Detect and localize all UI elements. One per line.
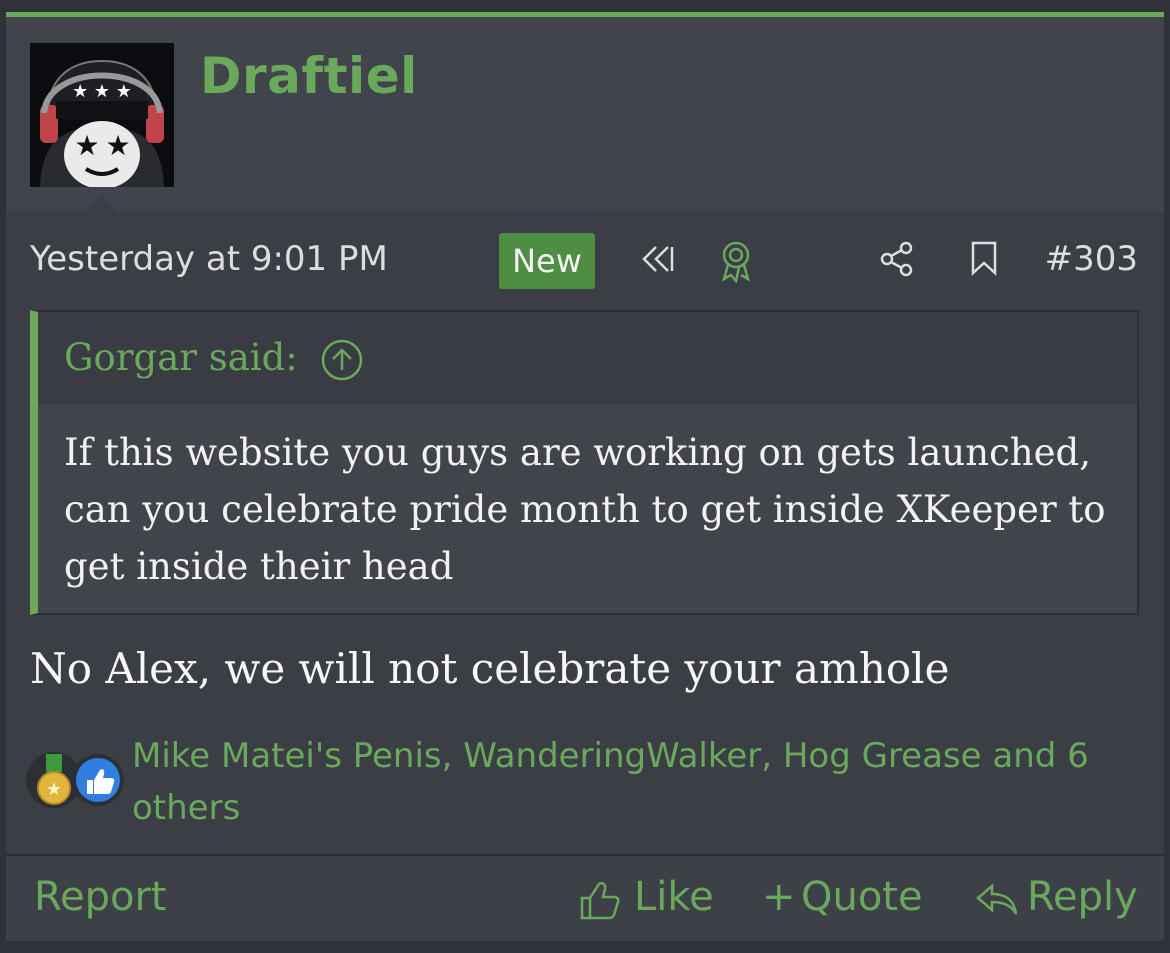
post-message: No Alex, we will not celebrate your amho… <box>30 644 950 693</box>
avatar[interactable]: ★ ★ ★ ★ ★ <box>30 43 174 187</box>
like-button[interactable]: Like <box>634 874 714 920</box>
reply-button[interactable]: Reply <box>1027 874 1138 920</box>
new-badge: New <box>499 233 595 289</box>
quote-button[interactable]: Quote <box>801 874 923 920</box>
post-footer: Report Like + Quote Reply <box>6 854 1164 941</box>
post-meta: Yesterday at 9:01 PM New #303 <box>6 231 1164 291</box>
svg-text:★: ★ <box>105 129 130 162</box>
reply-icon[interactable] <box>974 880 1020 930</box>
post-number[interactable]: #303 <box>1045 239 1138 279</box>
report-button[interactable]: Report <box>34 874 167 920</box>
quote-author[interactable]: Gorgar said: <box>64 336 298 379</box>
like-icon[interactable] <box>578 878 622 932</box>
svg-text:★: ★ <box>74 129 99 162</box>
forum-post: ★ ★ ★ ★ ★ Draftiel Yesterday at 9:01 PM … <box>6 12 1164 941</box>
svg-text:★: ★ <box>46 779 62 800</box>
post-date[interactable]: Yesterday at 9:01 PM <box>30 239 388 279</box>
reaction-list[interactable]: Mike Matei's Penis, WanderingWalker, Hog… <box>132 730 1142 834</box>
svg-text:★ ★ ★: ★ ★ ★ <box>72 81 132 102</box>
username[interactable]: Draftiel <box>200 47 418 105</box>
quote-block: Gorgar said: If this website you guys ar… <box>30 310 1139 615</box>
quote-text: If this website you guys are working on … <box>64 431 1106 588</box>
share-icon[interactable] <box>878 239 918 283</box>
quote-header: Gorgar said: <box>38 312 1137 404</box>
user-arrow <box>86 195 118 211</box>
thumbs-up-icon <box>72 754 124 806</box>
jump-up-icon[interactable] <box>320 338 364 386</box>
plus-icon[interactable]: + <box>762 874 796 920</box>
award-ribbon-icon[interactable] <box>716 239 756 287</box>
user-block: ★ ★ ★ ★ ★ Draftiel <box>6 17 1164 211</box>
rewind-icon[interactable] <box>636 239 676 283</box>
avatar-image: ★ ★ ★ ★ ★ <box>30 43 174 187</box>
bookmark-icon[interactable] <box>966 239 1002 283</box>
reaction-icons[interactable]: ★ <box>24 750 134 810</box>
